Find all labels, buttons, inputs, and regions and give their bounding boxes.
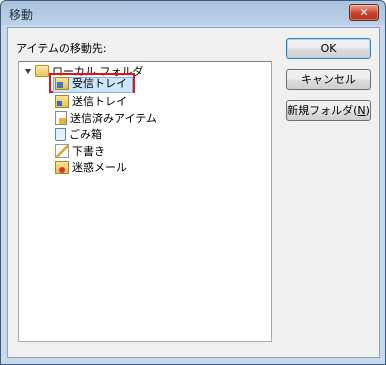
sent-items-icon bbox=[55, 111, 67, 125]
close-button[interactable]: ✕ bbox=[349, 4, 379, 21]
inbox-icon bbox=[55, 76, 69, 90]
tree-item-label: 迷惑メール bbox=[72, 161, 127, 174]
move-dialog: 移動 ✕ アイテムの移動先: ローカル フォルダ 受信トレイ 送信トレイ 送信済… bbox=[0, 0, 386, 365]
tree-item-label: 下書き bbox=[72, 145, 105, 158]
junk-mail-icon bbox=[55, 160, 69, 174]
new-folder-button[interactable]: 新規フォルダ(N) bbox=[286, 100, 371, 121]
folder-tree[interactable]: ローカル フォルダ 受信トレイ 送信トレイ 送信済みアイテム ごみ箱 下書き 迷… bbox=[18, 61, 272, 342]
new-folder-label: 新規フォルダ( bbox=[287, 104, 358, 117]
tree-item-sent-items[interactable]: 送信済みアイテム bbox=[55, 110, 157, 126]
dialog-body: アイテムの移動先: ローカル フォルダ 受信トレイ 送信トレイ 送信済みアイテム bbox=[7, 27, 380, 358]
title-bar[interactable]: 移動 ✕ bbox=[1, 1, 385, 25]
tree-item-label: 送信トレイ bbox=[72, 95, 127, 108]
tree-item-junk-mail[interactable]: 迷惑メール bbox=[55, 159, 127, 175]
outbox-icon bbox=[55, 94, 69, 108]
ok-button[interactable]: OK bbox=[286, 38, 371, 59]
destination-label: アイテムの移動先: bbox=[16, 42, 107, 55]
tree-item-trash[interactable]: ごみ箱 bbox=[55, 126, 102, 142]
cancel-button[interactable]: キャンセル bbox=[286, 69, 371, 90]
trash-icon bbox=[55, 127, 66, 141]
tree-item-label: ごみ箱 bbox=[69, 128, 102, 141]
tree-item-outbox[interactable]: 送信トレイ bbox=[55, 93, 127, 109]
tree-item-label: 送信済みアイテム bbox=[70, 112, 157, 125]
tree-item-label: 受信トレイ bbox=[72, 77, 127, 90]
new-folder-accesskey: N bbox=[357, 104, 366, 117]
tree-item-drafts[interactable]: 下書き bbox=[55, 143, 105, 159]
new-folder-label-end: ) bbox=[365, 104, 370, 117]
window-title: 移動 bbox=[9, 8, 34, 22]
tree-item-inbox[interactable]: 受信トレイ bbox=[55, 75, 127, 91]
folder-icon bbox=[35, 65, 49, 77]
collapse-arrow-icon[interactable] bbox=[25, 69, 31, 74]
drafts-icon bbox=[55, 144, 69, 158]
